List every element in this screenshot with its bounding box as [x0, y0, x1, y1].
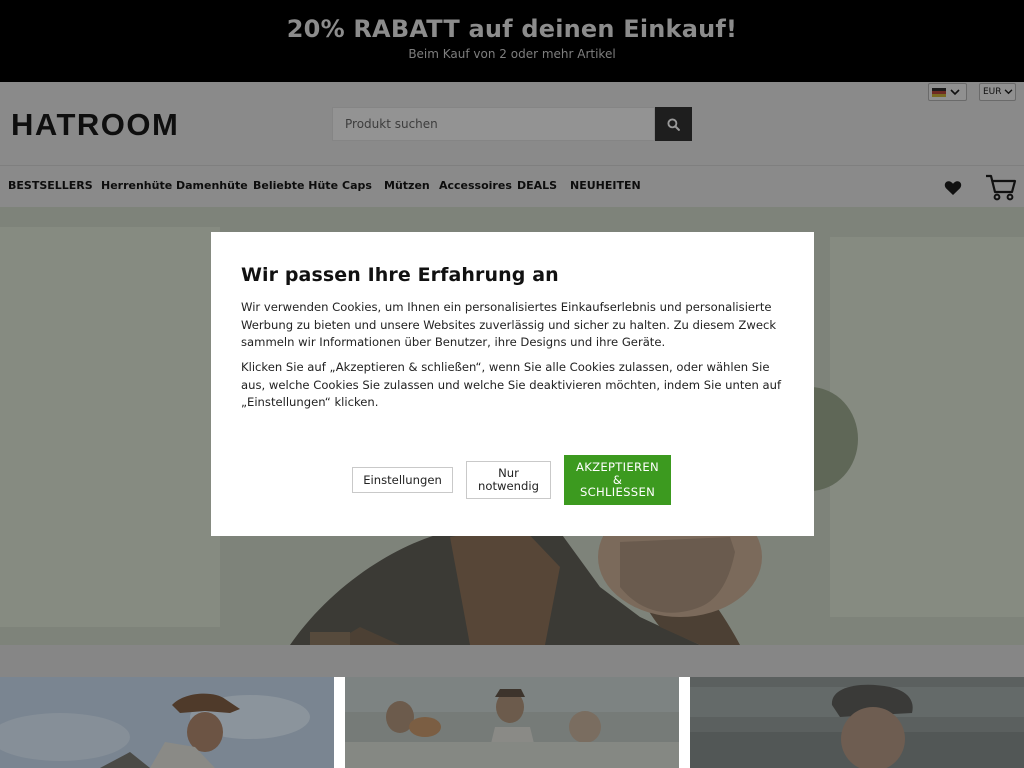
promo-subtitle: Beim Kauf von 2 oder mehr Artikel	[408, 47, 616, 61]
chevron-down-icon	[1004, 89, 1012, 95]
category-tile-3[interactable]	[690, 677, 1024, 768]
search-icon	[667, 117, 680, 131]
site-header: HATROOM	[0, 82, 1024, 165]
flag-icon	[932, 87, 946, 97]
nav-item-neuheiten[interactable]: NEUHEITEN	[570, 179, 641, 192]
heart-icon[interactable]	[944, 180, 962, 196]
cookie-consent-dialog: Wir passen Ihre Erfahrung an Wir verwend…	[211, 232, 814, 536]
category-tiles	[0, 677, 1024, 768]
nav-item-herrenhuete[interactable]: Herrenhüte	[101, 179, 172, 192]
nav-item-accessoires[interactable]: Accessoires	[439, 179, 512, 192]
nav-item-caps[interactable]: Caps	[342, 179, 372, 192]
cookie-dialog-title: Wir passen Ihre Erfahrung an	[241, 264, 559, 286]
nav-item-beliebte-huete[interactable]: Beliebte Hüte	[253, 179, 338, 192]
tile-image-3	[690, 677, 1024, 768]
cookie-settings-button[interactable]: Einstellungen	[352, 467, 453, 493]
cookie-necessary-only-button[interactable]: Nur notwendig	[466, 461, 551, 499]
currency-select[interactable]: EUR	[979, 83, 1016, 101]
language-select[interactable]	[928, 83, 967, 101]
tile-image-2	[345, 677, 679, 768]
search-input[interactable]	[333, 108, 654, 140]
main-nav: BESTSELLERS Herrenhüte Damenhüte Beliebt…	[0, 165, 1024, 207]
nav-item-damenhuete[interactable]: Damenhüte	[176, 179, 248, 192]
promo-banner: 20% RABATT auf deinen Einkauf! Beim Kauf…	[0, 0, 1024, 82]
currency-value: EUR	[983, 87, 1002, 97]
section-spacer	[0, 645, 1024, 677]
search-button[interactable]	[655, 107, 692, 141]
search-box	[332, 107, 655, 141]
chevron-down-icon	[950, 88, 960, 95]
nav-item-muetzen[interactable]: Mützen	[384, 179, 430, 192]
tile-image-1	[0, 677, 334, 768]
cookie-dialog-paragraph-2: Klicken Sie auf „Akzeptieren & schließen…	[241, 360, 782, 409]
nav-item-bestsellers[interactable]: BESTSELLERS	[8, 179, 93, 192]
cookie-dialog-paragraph-1: Wir verwenden Cookies, um Ihnen ein pers…	[241, 300, 777, 349]
promo-title: 20% RABATT auf deinen Einkauf!	[286, 15, 738, 43]
site-logo[interactable]: HATROOM	[11, 107, 179, 143]
category-tile-2[interactable]	[345, 677, 679, 768]
cookie-accept-all-button[interactable]: AKZEPTIEREN & SCHLIESSEN	[564, 455, 671, 505]
cart-icon[interactable]	[985, 172, 1017, 202]
category-tile-1[interactable]	[0, 677, 334, 768]
nav-item-deals[interactable]: DEALS	[517, 179, 557, 192]
